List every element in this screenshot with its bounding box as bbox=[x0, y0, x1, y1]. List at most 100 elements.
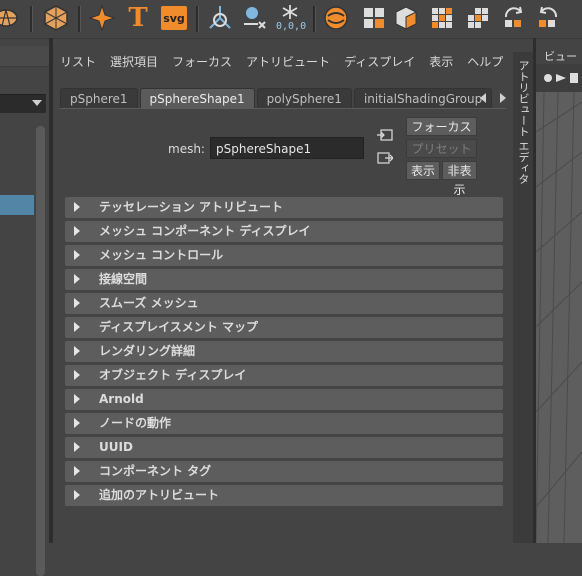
svg-tool-icon[interactable]: svg bbox=[160, 4, 188, 32]
section-tessellation[interactable]: テッセレーション アトリビュート bbox=[65, 197, 503, 218]
expand-arrow-icon bbox=[74, 490, 80, 500]
section-mesh-component-display[interactable]: メッシュ コンポーネント ディスプレイ bbox=[65, 221, 503, 242]
shelf-toolbar: T svg 0,0,0 bbox=[0, 0, 582, 39]
shelf-separator bbox=[30, 6, 33, 32]
section-render-stats[interactable]: レンダリング詳細 bbox=[65, 341, 503, 362]
viewport-menubar: ビュー bbox=[536, 46, 582, 64]
expand-arrow-icon bbox=[74, 394, 80, 404]
outliner-header bbox=[0, 46, 49, 67]
tab-polysphere1[interactable]: polySphere1 bbox=[256, 88, 352, 108]
mesh-name-field[interactable]: pSphereShape1 bbox=[210, 137, 364, 159]
expand-arrow-icon bbox=[74, 298, 80, 308]
expand-arrow-icon bbox=[74, 322, 80, 332]
star-icon[interactable] bbox=[88, 4, 116, 32]
tab-scroll-arrows bbox=[480, 90, 506, 106]
section-smooth-mesh[interactable]: スムーズ メッシュ bbox=[65, 293, 503, 314]
viewport-menu-view[interactable]: ビュー bbox=[544, 48, 577, 64]
grid-icon[interactable] bbox=[428, 4, 456, 32]
partial-grid-icon[interactable] bbox=[464, 4, 492, 32]
expand-arrow-icon bbox=[74, 418, 80, 428]
menu-selected[interactable]: 選択項目 bbox=[103, 50, 165, 74]
polyhedron-icon[interactable] bbox=[42, 4, 70, 32]
tab-psphere1[interactable]: pSphere1 bbox=[60, 88, 138, 108]
outliner-selected-item[interactable] bbox=[0, 195, 34, 215]
tab-psphereshape1[interactable]: pSphereShape1 bbox=[139, 88, 255, 108]
section-label: 追加のアトリビュート bbox=[99, 488, 220, 502]
viewport-panel[interactable]: ビュー bbox=[536, 46, 582, 543]
attribute-editor: リスト 選択項目 フォーカス アトリビュート ディスプレイ 表示 ヘルプ pSp… bbox=[53, 46, 513, 543]
section-label: レンダリング詳細 bbox=[99, 344, 196, 358]
shelf-separator bbox=[313, 6, 316, 32]
menu-display[interactable]: ディスプレイ bbox=[337, 50, 422, 74]
attribute-editor-side-tab[interactable]: アトリビュート エディタ bbox=[513, 52, 533, 543]
presets-button: プリセット bbox=[406, 139, 477, 158]
viewport-toolbar-icons[interactable] bbox=[536, 64, 582, 92]
section-label: UUID bbox=[99, 440, 133, 454]
expand-arrow-icon bbox=[74, 370, 80, 380]
attribute-sections: テッセレーション アトリビュート メッシュ コンポーネント ディスプレイ メッシ… bbox=[65, 197, 503, 509]
rotate-grid-icon[interactable] bbox=[500, 4, 528, 32]
section-uuid[interactable]: UUID bbox=[65, 437, 503, 458]
menu-attributes[interactable]: アトリビュート bbox=[239, 50, 337, 74]
section-displacement-map[interactable]: ディスプレイスメント マップ bbox=[65, 317, 503, 338]
arrow-right-icon[interactable] bbox=[500, 93, 506, 103]
outliner-dropdown[interactable] bbox=[0, 94, 46, 113]
expand-arrow-icon bbox=[74, 226, 80, 236]
shelf-separator bbox=[196, 6, 199, 32]
side-tab-label: アトリビュート エディタ bbox=[517, 60, 530, 185]
expand-arrow-icon bbox=[74, 346, 80, 356]
outliner-scrollbar[interactable] bbox=[36, 126, 45, 576]
circularize-icon[interactable] bbox=[322, 4, 350, 32]
outliner-panel bbox=[0, 46, 49, 576]
menu-show[interactable]: 表示 bbox=[422, 50, 460, 74]
node-tabs: pSphere1 pSphereShape1 polySphere1 initi… bbox=[60, 88, 494, 108]
output-connection-icon[interactable] bbox=[377, 151, 394, 165]
section-node-behavior[interactable]: ノードの動作 bbox=[65, 413, 503, 434]
svg-tool-label: svg bbox=[163, 11, 185, 25]
polygon-sphere-icon[interactable] bbox=[0, 4, 20, 32]
chevron-down-icon bbox=[32, 100, 42, 106]
mesh-label: mesh: bbox=[168, 142, 205, 156]
checker-plane-icon[interactable] bbox=[360, 4, 388, 32]
section-arnold[interactable]: Arnold bbox=[65, 389, 503, 410]
section-component-tags[interactable]: コンポーネント タグ bbox=[65, 461, 503, 482]
arrow-left-icon[interactable] bbox=[480, 93, 486, 103]
viewport-grid bbox=[536, 92, 582, 543]
expand-arrow-icon bbox=[74, 442, 80, 452]
section-label: メッシュ コントロール bbox=[99, 248, 224, 262]
section-label: スムーズ メッシュ bbox=[99, 296, 199, 310]
viewport-toolbar bbox=[536, 64, 582, 92]
section-label: メッシュ コンポーネント ディスプレイ bbox=[99, 224, 311, 238]
section-object-display[interactable]: オブジェクト ディスプレイ bbox=[65, 365, 503, 386]
snowflake-icon[interactable]: 0,0,0 bbox=[276, 4, 307, 32]
section-label: コンポーネント タグ bbox=[99, 464, 212, 478]
expand-arrow-icon bbox=[74, 202, 80, 212]
section-label: 接線空間 bbox=[99, 272, 148, 286]
shelf-separator bbox=[78, 6, 81, 32]
rotate-grid-alt-icon[interactable] bbox=[534, 4, 562, 32]
section-label: ディスプレイスメント マップ bbox=[99, 320, 258, 334]
expand-arrow-icon bbox=[74, 274, 80, 284]
coord-label: 0,0,0 bbox=[276, 21, 307, 32]
input-connection-icon[interactable] bbox=[377, 128, 393, 142]
text-tool-icon[interactable]: T bbox=[124, 3, 152, 33]
focus-button[interactable]: フォーカス bbox=[406, 117, 477, 136]
section-mesh-controls[interactable]: メッシュ コントロール bbox=[65, 245, 503, 266]
menu-help[interactable]: ヘルプ bbox=[460, 50, 510, 74]
attribute-editor-menubar: リスト 選択項目 フォーカス アトリビュート ディスプレイ 表示 ヘルプ bbox=[53, 50, 510, 74]
show-button[interactable]: 表示 bbox=[406, 161, 440, 180]
section-label: Arnold bbox=[99, 392, 144, 406]
cube-extract-icon[interactable] bbox=[392, 4, 420, 32]
text-tool-label: T bbox=[128, 3, 148, 33]
section-tangent-space[interactable]: 接線空間 bbox=[65, 269, 503, 290]
expand-arrow-icon bbox=[74, 250, 80, 260]
type-tool-icon[interactable] bbox=[240, 4, 268, 32]
tab-underline bbox=[60, 108, 506, 109]
section-label: ノードの動作 bbox=[99, 416, 172, 430]
tab-initialshadinggroup[interactable]: initialShadingGroup bbox=[353, 88, 493, 108]
section-extra-attributes[interactable]: 追加のアトリビュート bbox=[65, 485, 503, 506]
hide-button[interactable]: 非表示 bbox=[442, 161, 477, 197]
menu-list[interactable]: リスト bbox=[53, 50, 103, 74]
menu-focus[interactable]: フォーカス bbox=[165, 50, 239, 74]
sweep-mesh-icon[interactable] bbox=[206, 4, 234, 32]
